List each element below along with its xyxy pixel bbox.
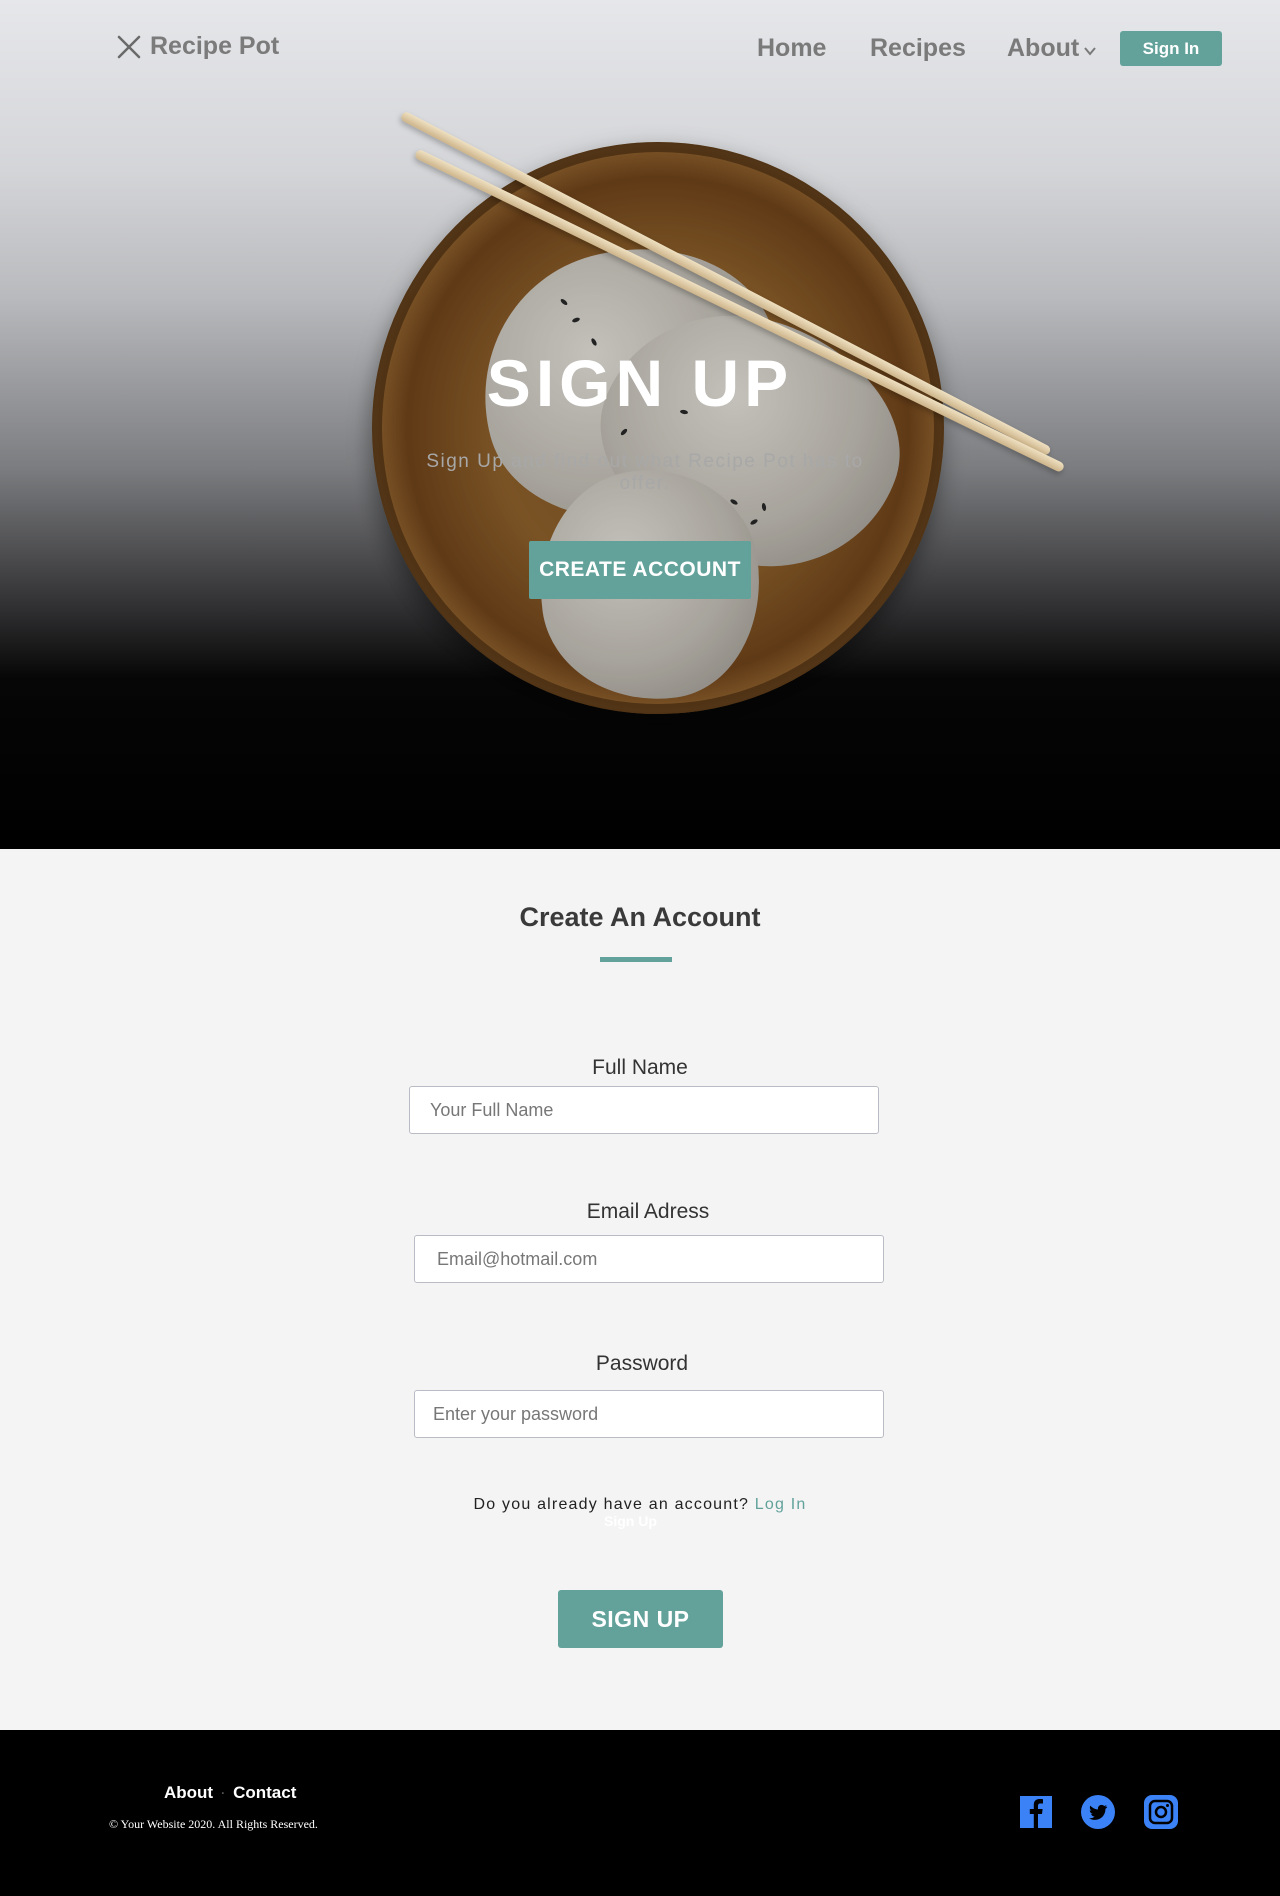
sign-up-submit-button[interactable]: SIGN UP [558, 1590, 723, 1648]
nav-about-label: About [1007, 34, 1080, 62]
utensils-icon [117, 35, 141, 58]
chevron-down-icon [1084, 46, 1096, 56]
logo-text: Recipe Pot [150, 32, 280, 60]
password-input[interactable] [414, 1390, 884, 1438]
form-title: Create An Account [519, 902, 761, 932]
full-name-label: Full Name [592, 1056, 688, 1079]
footer-contact-link[interactable]: Contact [233, 1783, 296, 1803]
site-logo[interactable]: Recipe Pot [116, 32, 279, 61]
footer-about-link[interactable]: About [164, 1783, 213, 1803]
title-underline [600, 957, 672, 962]
full-name-input[interactable] [409, 1086, 879, 1134]
footer-links: About · Contact [164, 1783, 296, 1803]
twitter-icon[interactable] [1080, 1794, 1116, 1830]
sign-in-button[interactable]: Sign In [1120, 31, 1222, 66]
nav-recipes-link[interactable]: Recipes [870, 34, 966, 63]
separator-dot: · [221, 1786, 226, 1800]
email-input[interactable] [414, 1235, 884, 1283]
password-label: Password [595, 1352, 689, 1375]
nav-home-link[interactable]: Home [757, 34, 826, 63]
already-have-account-label: Do you already have an account? [473, 1496, 750, 1513]
hero-title: SIGN UP [486, 346, 794, 420]
instagram-icon[interactable] [1143, 1794, 1179, 1830]
hero-section: Recipe Pot Home Recipes About Sign In SI… [0, 0, 1280, 849]
footer: About · Contact © Your Website 2020. All… [0, 1730, 1280, 1896]
nav-about-dropdown[interactable]: About [1007, 34, 1097, 63]
email-label: Email Adress [586, 1200, 710, 1223]
hero-subtitle: Sign Up and find out what Recipe Pot has… [426, 451, 864, 494]
create-account-button[interactable]: CREATE ACCOUNT [529, 541, 751, 599]
facebook-icon[interactable] [1018, 1794, 1054, 1830]
copyright-text: © Your Website 2020. All Rights Reserved… [109, 1817, 318, 1831]
ghost-sign-up-text: Sign Up [604, 1513, 657, 1529]
already-have-account-text: Do you already have an account? Log In [0, 1496, 1280, 1514]
log-in-link[interactable]: Log In [755, 1496, 807, 1513]
